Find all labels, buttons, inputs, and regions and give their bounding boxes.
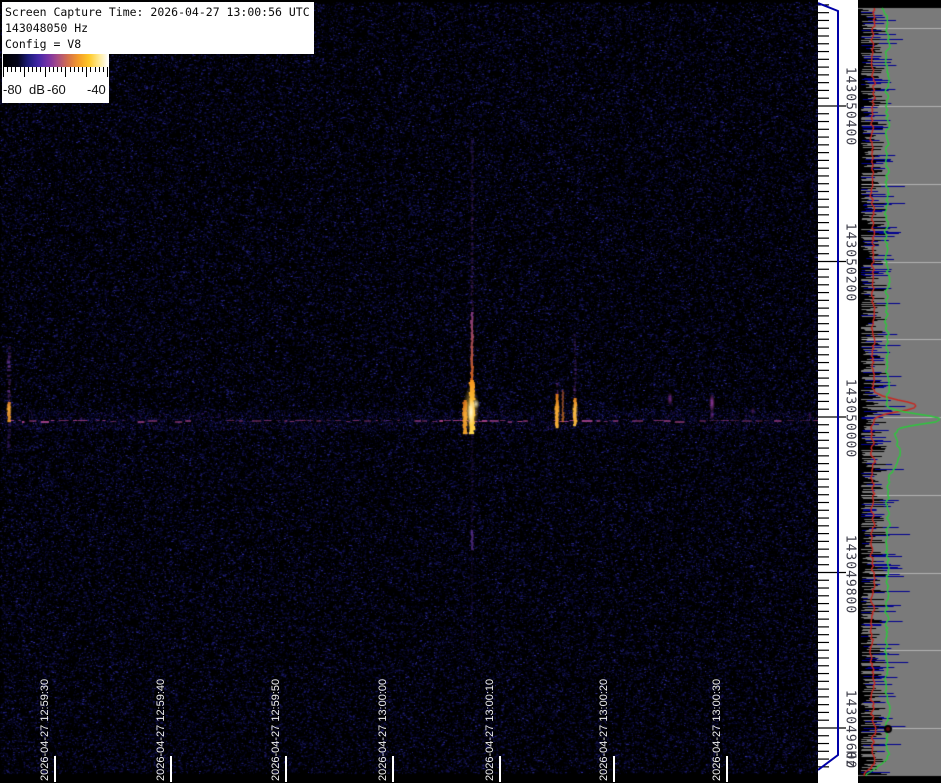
waterfall-spectrogram [0,0,818,783]
legend-tick [78,67,79,72]
legend-tick [99,67,100,72]
capture-time-text: Screen Capture Time: 2026-04-27 13:00:56… [5,4,311,20]
legend-tick [7,67,8,72]
legend-tick [86,67,87,77]
frequency-label: 143050200 [845,202,858,322]
center-frequency-text: 143048050 Hz [5,20,311,36]
colormap-tick-marks [3,67,108,79]
spectrum-lab-screen: Screen Capture Time: 2026-04-27 13:00:56… [0,0,941,783]
legend-tick [57,67,58,72]
colormap-db-labels: -80 dB-60 -40 [2,80,109,100]
time-tick-marker [613,756,615,782]
legend-tick [70,67,71,72]
legend-tick [24,67,25,77]
time-axis-label: 2026-04-27 13:00:20 [598,653,611,781]
time-axis-label: 2026-04-27 12:59:50 [270,653,283,781]
spectrum-graph-panel [858,0,941,783]
legend-tick [15,67,16,72]
legend-tick [53,67,54,72]
config-text: Config = V8 [5,36,311,52]
legend-tick [65,67,66,77]
legend-tick [74,67,75,72]
legend-db-label: -80 [3,82,22,97]
legend-tick [40,67,41,72]
legend-tick [49,67,50,72]
legend-tick [3,67,4,77]
time-tick-marker [499,756,501,782]
frequency-label: 143050400 [845,46,858,166]
time-axis-label: 2026-04-27 12:59:30 [39,653,52,781]
legend-tick [90,67,91,72]
legend-db-label: dB [29,82,45,97]
legend-tick [28,67,29,72]
legend-db-label: -60 [47,82,66,97]
legend-tick [36,67,37,72]
time-tick-marker [285,756,287,782]
time-tick-marker [170,756,172,782]
legend-tick [103,67,104,72]
time-tick-marker [392,756,394,782]
legend-tick [82,67,83,72]
legend-tick [45,67,46,77]
legend-tick [32,67,33,72]
legend-tick [61,67,62,72]
time-axis-label: 2026-04-27 13:00:00 [377,653,390,781]
frequency-axis: 1430504001430502001430500001430498001430… [818,0,858,783]
time-axis-label: 2026-04-27 13:00:10 [484,653,497,781]
time-axis-label: 2026-04-27 12:59:40 [155,653,168,781]
time-axis-label: 2026-04-27 13:00:30 [711,653,724,781]
legend-tick [20,67,21,72]
legend-tick [107,67,108,77]
frequency-label: 143049800 [845,514,858,634]
legend-db-label: -40 [87,82,106,97]
colormap-gradient-bar [3,54,108,67]
color-scale-legend: -80 dB-60 -40 [2,53,109,103]
legend-tick [95,67,96,72]
legend-tick [11,67,12,72]
frequency-label: 143050000 [845,358,858,478]
capture-info-box: Screen Capture Time: 2026-04-27 13:00:56… [2,2,314,54]
frequency-unit-label: Hz [845,745,858,775]
time-tick-marker [726,756,728,782]
time-tick-marker [54,756,56,782]
